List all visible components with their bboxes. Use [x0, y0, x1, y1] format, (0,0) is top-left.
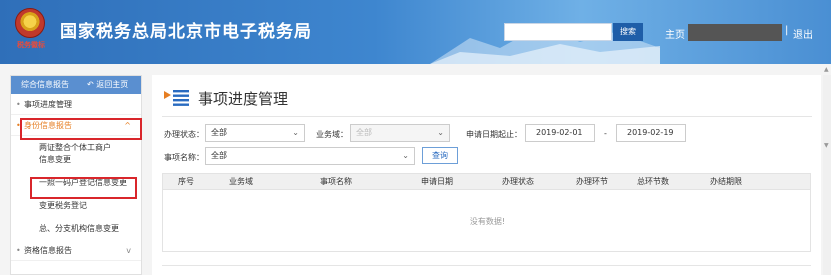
header-separator: |	[785, 25, 789, 36]
bullet-icon: •	[16, 246, 21, 255]
table-body: 没有数据!	[162, 190, 811, 252]
sidebar-subitem-change-registration[interactable]: 变更税务登记	[11, 200, 87, 212]
divider	[162, 116, 812, 117]
highlight-box-one-license	[30, 177, 137, 199]
sidebar: 综合信息报告 ↶ 返回主页 • 事项进度管理 • 身份信息报告 ^ 两证整合个体…	[10, 75, 142, 275]
back-arrow-icon: ↶	[87, 80, 94, 89]
col-header: 办结期限	[710, 177, 742, 186]
home-link[interactable]: 主页	[665, 26, 685, 41]
col-header: 办理状态	[502, 177, 534, 186]
table-header: 序号 业务域 事项名称 申请日期 办理状态 办理环节 总环节数 办结期限	[162, 173, 811, 190]
user-name-redacted	[688, 24, 782, 41]
scrollbar[interactable]	[823, 75, 831, 275]
page-title: 事项进度管理	[198, 90, 289, 108]
chevron-down-icon: ⌄	[292, 128, 299, 137]
sidebar-subitem-branch-change[interactable]: 总、分支机构信息变更	[11, 223, 119, 235]
col-header: 总环节数	[637, 177, 669, 186]
status-label: 办理状态：	[164, 130, 204, 139]
col-header: 序号	[178, 177, 194, 186]
item-name-select[interactable]: 全部 ⌄	[205, 147, 415, 165]
date-to-input[interactable]: 2019-02-19	[616, 124, 686, 142]
domain-select[interactable]: 全部 ⌄	[350, 124, 450, 142]
chevron-down-icon: ⌄	[402, 151, 409, 160]
chevron-down-icon: v	[126, 246, 131, 255]
top-banner: ★ 税务徽标 国家税务总局北京市电子税务局 搜索 主页 | 退出	[0, 0, 831, 64]
date-dash: -	[604, 129, 607, 138]
main-panel: 事项进度管理 办理状态： 全部 ⌄ 业务域： 全部 ⌄ 申请日期起止： 2019-0…	[152, 75, 821, 275]
tax-emblem-logo: ★ 税务徽标	[11, 8, 49, 52]
logout-link[interactable]: 退出	[793, 26, 813, 41]
sidebar-header: 综合信息报告 ↶ 返回主页	[11, 76, 141, 94]
domain-label: 业务域：	[316, 130, 348, 139]
status-select[interactable]: 全部 ⌄	[205, 124, 305, 142]
divider	[162, 265, 811, 266]
submenu-group-1: 两证整合个体工商户信息变更	[11, 136, 141, 172]
empty-message: 没有数据!	[469, 217, 506, 226]
sidebar-subitem-individual-change[interactable]: 两证整合个体工商户信息变更	[11, 142, 116, 166]
bullet-icon: •	[16, 100, 21, 109]
sidebar-item-progress[interactable]: • 事项进度管理	[11, 94, 141, 115]
site-title: 国家税务总局北京市电子税务局	[60, 22, 312, 42]
scroll-up-icon[interactable]: ▲	[824, 66, 829, 73]
col-header: 事项名称	[320, 177, 352, 186]
item-name-label: 事项名称：	[164, 153, 204, 162]
list-icon	[164, 90, 189, 106]
chevron-down-icon: ⌄	[437, 128, 444, 137]
query-button[interactable]: 查询	[422, 147, 458, 164]
sidebar-title: 综合信息报告	[21, 80, 69, 89]
search-input[interactable]	[504, 23, 612, 41]
col-header: 业务域	[229, 177, 253, 186]
sidebar-item-qualification-info[interactable]: • 资格信息报告 v	[11, 240, 141, 261]
submenu-group-4: 总、分支机构信息变更	[11, 216, 141, 240]
scroll-down-icon[interactable]: ▼	[824, 142, 829, 149]
date-from-input[interactable]: 2019-02-01	[525, 124, 595, 142]
highlight-box-identity	[20, 118, 142, 140]
col-header: 办理环节	[576, 177, 608, 186]
col-header: 申请日期	[421, 177, 453, 186]
back-home-link[interactable]: ↶ 返回主页	[87, 76, 128, 94]
date-range-label: 申请日期起止：	[466, 130, 522, 139]
search-button[interactable]: 搜索	[613, 23, 643, 41]
